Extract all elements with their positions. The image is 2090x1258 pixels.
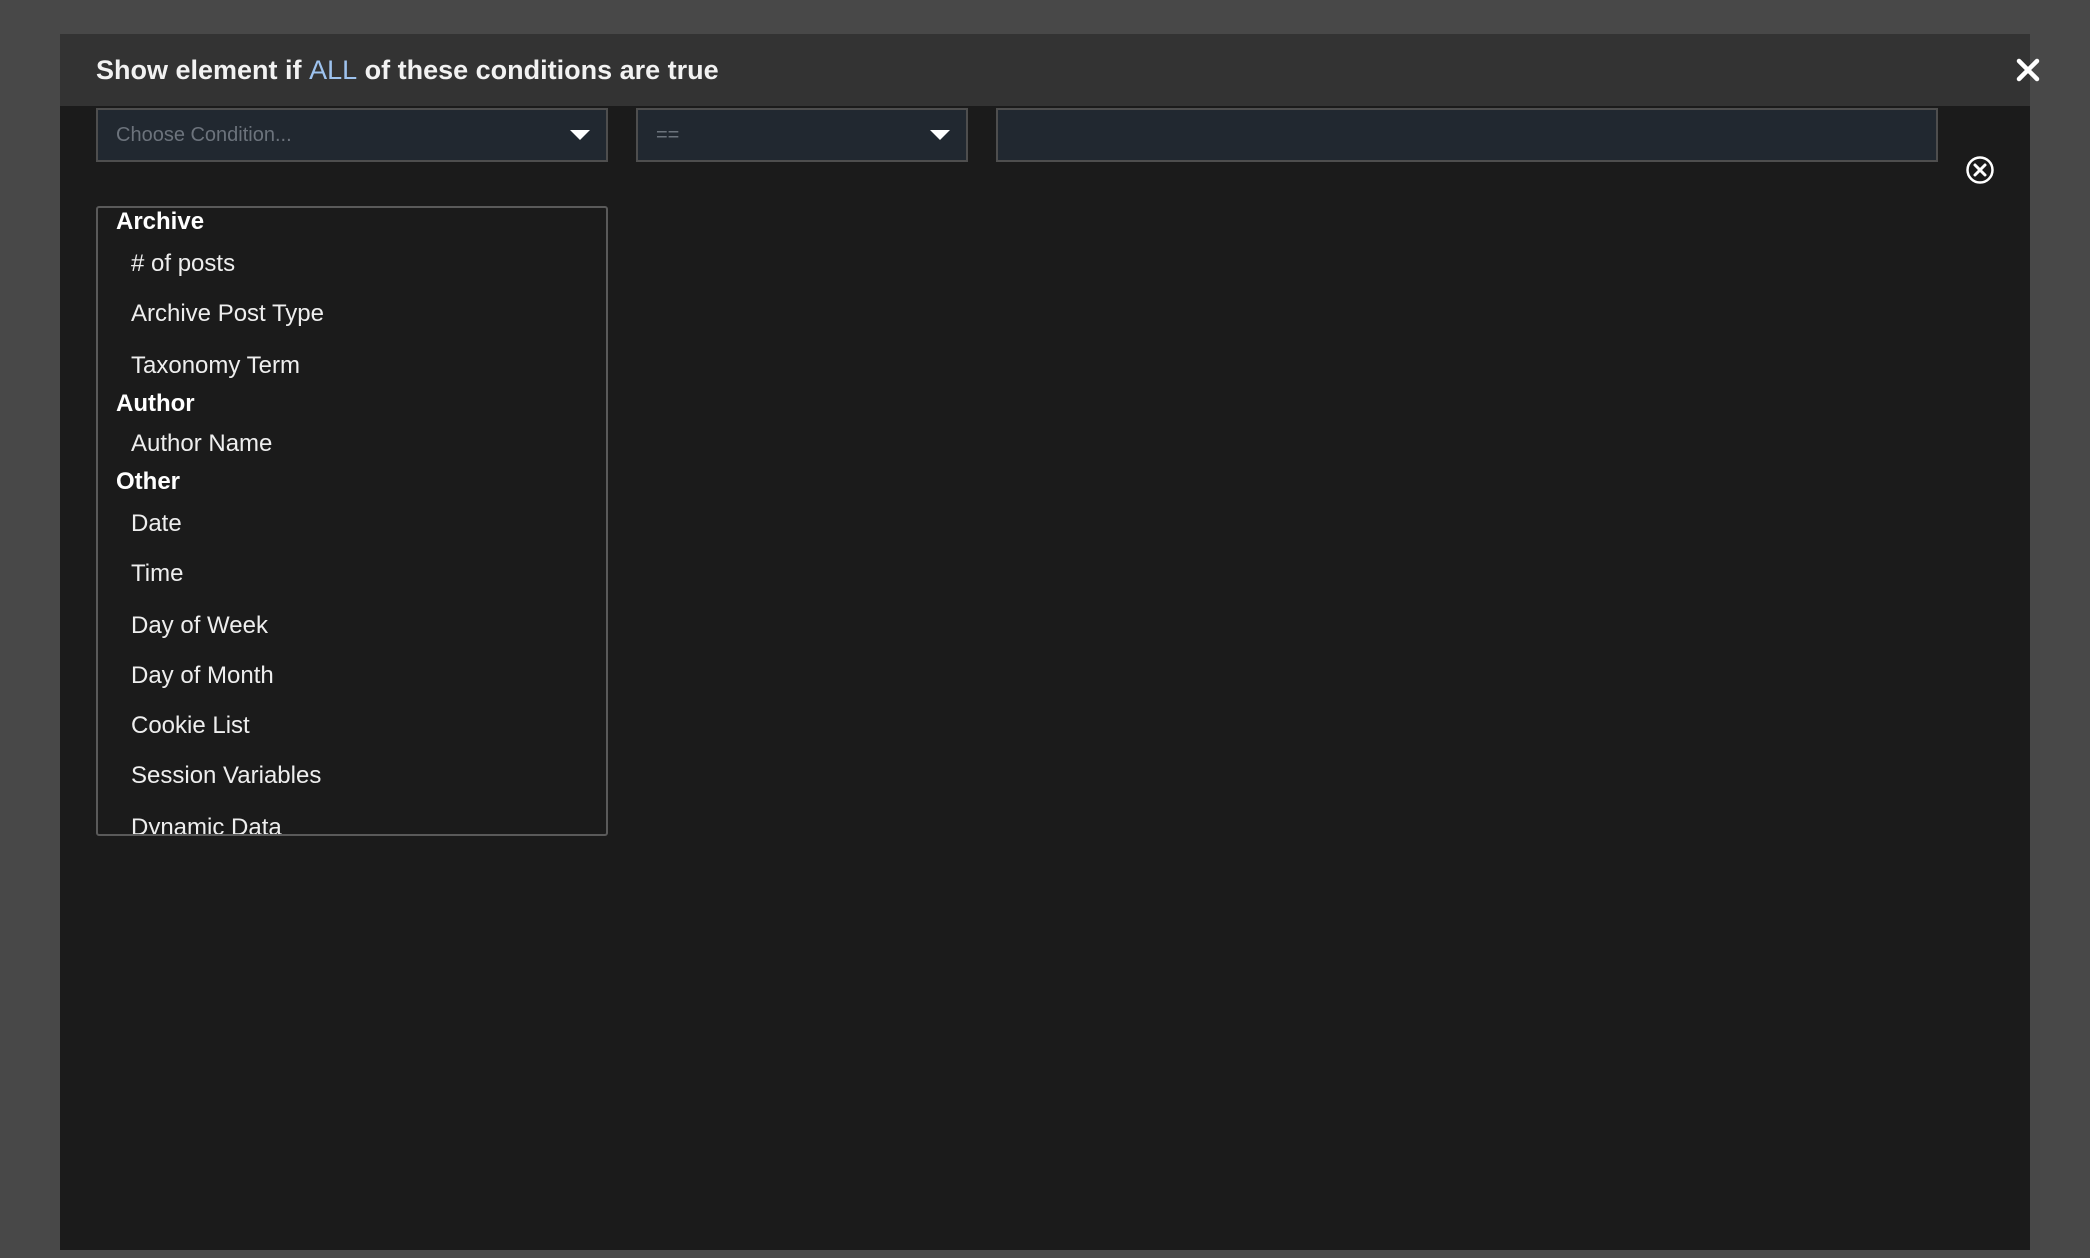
operator-select[interactable]: == [636,108,968,162]
title-prefix: Show element if [96,55,302,85]
option-label: # of posts [131,250,236,277]
condition-dropdown[interactable]: Archive # of posts Archive Post Type Tax… [96,206,608,836]
option-label: Day of Week [131,612,268,639]
option-cookie-list[interactable]: Cookie List [98,706,606,746]
operator-select-value: == [656,124,680,146]
option-label: Time [131,560,184,587]
option-archive-post-type[interactable]: Archive Post Type [98,294,606,334]
close-button[interactable] [2012,54,2044,86]
option-author-name[interactable]: Author Name [98,424,606,464]
option-date[interactable]: Date [98,504,606,544]
option-label: Day of Month [131,662,274,689]
option-number-of-posts[interactable]: # of posts [98,244,606,284]
option-taxonomy-term[interactable]: Taxonomy Term [98,346,606,386]
remove-condition-icon [1966,156,1994,184]
option-day-of-month[interactable]: Day of Month [98,656,606,696]
chevron-down-icon [570,130,590,140]
condition-select[interactable]: Choose Condition... [96,108,608,162]
chevron-down-icon [930,130,950,140]
option-label: Dynamic Data [131,814,282,836]
condition-select-placeholder: Choose Condition... [116,124,292,146]
group-label-archive: Archive [116,208,205,235]
modal-title: Show element if ALL of these conditions … [96,34,719,106]
option-label: Session Variables [131,762,322,789]
group-label-other: Other [116,468,181,495]
title-suffix: of these conditions are true [364,55,719,85]
option-label: Author Name [131,430,273,457]
remove-condition-button[interactable] [1965,155,1995,185]
option-label: Date [131,510,182,537]
option-day-of-week[interactable]: Day of Week [98,606,606,646]
option-label: Archive Post Type [131,300,324,327]
option-time[interactable]: Time [98,554,606,594]
option-label: Taxonomy Term [131,352,300,379]
modal-header: Show element if ALL of these conditions … [60,34,2040,106]
group-label-author: Author [116,390,195,417]
condition-value-input[interactable] [996,108,1938,162]
option-dynamic-data[interactable]: Dynamic Data [98,808,606,836]
title-keyword[interactable]: ALL [309,55,357,85]
close-icon [2016,58,2040,82]
option-session-variables[interactable]: Session Variables [98,756,606,796]
option-label: Cookie List [131,712,250,739]
